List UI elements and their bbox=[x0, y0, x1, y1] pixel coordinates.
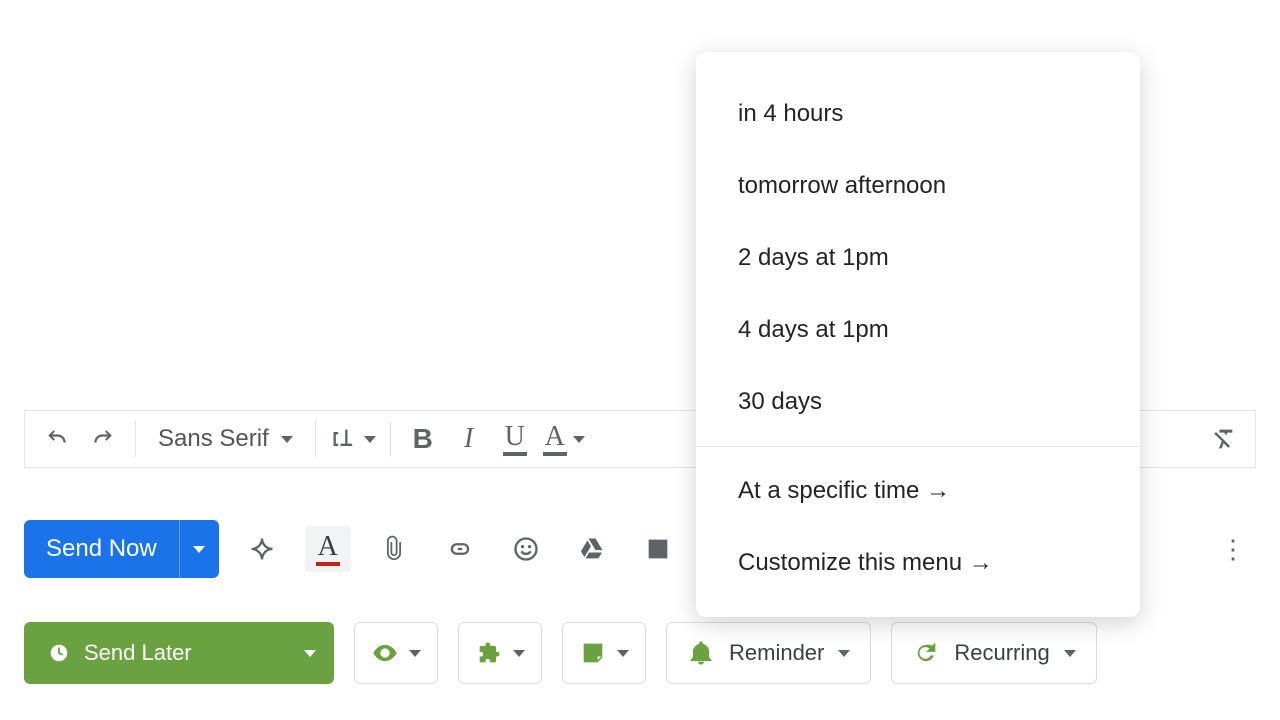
bell-icon bbox=[687, 639, 715, 667]
notes-button[interactable] bbox=[562, 622, 646, 684]
italic-button[interactable]: I bbox=[451, 419, 487, 459]
text-styling-button[interactable]: A bbox=[305, 526, 351, 572]
font-size-button[interactable] bbox=[330, 419, 376, 459]
schedule-specific-time[interactable]: At a specific time bbox=[696, 455, 1140, 527]
insert-emoji-button[interactable] bbox=[503, 526, 549, 572]
chevron-down-icon bbox=[364, 436, 376, 443]
clock-icon bbox=[48, 642, 70, 664]
menu-divider bbox=[696, 446, 1140, 447]
bold-button[interactable]: B bbox=[405, 419, 441, 459]
redo-button[interactable] bbox=[85, 419, 121, 459]
schedule-option[interactable]: 2 days at 1pm bbox=[696, 222, 1140, 294]
note-icon bbox=[579, 639, 607, 667]
send-options-dropdown[interactable] bbox=[179, 520, 219, 578]
chevron-down-icon bbox=[304, 650, 316, 657]
send-later-label: Send Later bbox=[84, 640, 192, 666]
puzzle-icon bbox=[475, 639, 503, 667]
undo-button[interactable] bbox=[39, 419, 75, 459]
send-now-button[interactable]: Send Now bbox=[24, 520, 179, 578]
eye-icon bbox=[371, 639, 399, 667]
recurring-button[interactable]: Recurring bbox=[891, 622, 1096, 684]
remove-formatting-button[interactable] bbox=[1205, 419, 1241, 459]
more-options-button[interactable]: ⋮ bbox=[1212, 534, 1256, 565]
chevron-down-icon bbox=[617, 650, 629, 657]
schedule-option[interactable]: 4 days at 1pm bbox=[696, 294, 1140, 366]
track-button[interactable] bbox=[354, 622, 438, 684]
schedule-menu: in 4 hours tomorrow afternoon 2 days at … bbox=[696, 52, 1140, 617]
insert-image-button[interactable] bbox=[635, 526, 681, 572]
separator bbox=[315, 421, 316, 457]
chevron-down-icon bbox=[513, 650, 525, 657]
schedule-option[interactable]: 30 days bbox=[696, 366, 1140, 438]
chevron-down-icon bbox=[193, 546, 205, 553]
chevron-down-icon bbox=[1064, 650, 1076, 657]
separator bbox=[135, 421, 136, 457]
recurring-label: Recurring bbox=[954, 640, 1049, 666]
refresh-icon bbox=[912, 639, 940, 667]
chevron-down-icon bbox=[281, 436, 293, 443]
reminder-label: Reminder bbox=[729, 640, 824, 666]
separator bbox=[390, 421, 391, 457]
chevron-down-icon bbox=[838, 650, 850, 657]
chevron-down-icon bbox=[409, 650, 421, 657]
chevron-down-icon bbox=[573, 436, 585, 443]
schedule-option[interactable]: in 4 hours bbox=[696, 78, 1140, 150]
underline-button[interactable]: U bbox=[497, 419, 533, 459]
schedule-customize-menu[interactable]: Customize this menu bbox=[696, 527, 1140, 599]
insert-link-button[interactable] bbox=[437, 526, 483, 572]
font-family-label: Sans Serif bbox=[158, 425, 269, 453]
templates-button[interactable] bbox=[458, 622, 542, 684]
send-now-label: Send Now bbox=[46, 535, 157, 563]
send-now-split-button: Send Now bbox=[24, 520, 219, 578]
extension-action-row: Send Later Reminder Recurring bbox=[24, 622, 1097, 684]
text-color-button[interactable]: A bbox=[543, 419, 585, 459]
reminder-button[interactable]: Reminder bbox=[666, 622, 871, 684]
ai-icon[interactable] bbox=[239, 526, 285, 572]
send-later-button[interactable]: Send Later bbox=[24, 622, 334, 684]
attach-file-button[interactable] bbox=[371, 526, 417, 572]
drive-icon[interactable] bbox=[569, 526, 615, 572]
font-family-select[interactable]: Sans Serif bbox=[150, 425, 301, 453]
schedule-option[interactable]: tomorrow afternoon bbox=[696, 150, 1140, 222]
